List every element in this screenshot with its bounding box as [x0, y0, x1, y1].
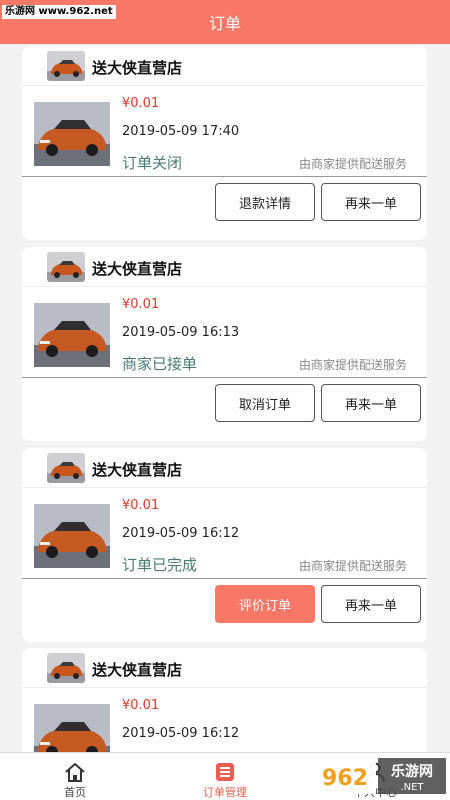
product-image[interactable]	[34, 704, 110, 752]
order-date: 2019-05-09 16:12	[122, 726, 240, 741]
order-price: ¥0.01	[122, 698, 160, 713]
rate-order-button[interactable]: 评价订单	[215, 585, 315, 623]
order-status: 订单关闭	[122, 154, 183, 172]
tab-order-management[interactable]: 订单管理	[150, 753, 300, 800]
delivery-note: 由商家提供配送服务	[298, 559, 407, 573]
order-date: 2019-05-09 16:13	[122, 325, 240, 340]
home-icon	[63, 761, 87, 783]
cancel-order-button[interactable]: 取消订单	[215, 384, 315, 422]
shop-row[interactable]: 送大侠直营店	[22, 448, 427, 488]
tab-home[interactable]: 首页	[0, 753, 150, 800]
reorder-button[interactable]: 再来一单	[321, 384, 421, 422]
order-card[interactable]: 送大侠直营店 ¥0.01 2019-05-09 16:13 商家已接单 由商家提…	[22, 247, 427, 441]
order-date: 2019-05-09 16:12	[122, 526, 240, 541]
order-status: 订单已完成	[122, 556, 198, 574]
refund-details-button[interactable]: 退款详情	[215, 183, 315, 221]
product-image[interactable]	[34, 504, 110, 568]
order-list-icon	[213, 761, 237, 783]
order-price: ¥0.01	[122, 297, 160, 312]
delivery-note: 由商家提供配送服务	[298, 358, 407, 372]
shop-name: 送大侠直营店	[92, 661, 183, 679]
watermark-logo-text: 962	[322, 766, 368, 791]
shop-name: 送大侠直营店	[92, 59, 183, 77]
shop-avatar	[47, 653, 85, 683]
order-list[interactable]: 送大侠直营店 ¥0.01 2019-05-09 17:40 订单关闭 由商家提供…	[0, 44, 450, 752]
shop-avatar	[47, 252, 85, 282]
watermark-top: 乐游网 www.962.net	[2, 5, 116, 19]
order-price: ¥0.01	[122, 498, 160, 513]
shop-row[interactable]: 送大侠直营店	[22, 648, 427, 688]
shop-row[interactable]: 送大侠直营店	[22, 247, 427, 287]
shop-avatar	[47, 453, 85, 483]
tab-label: 首页	[64, 786, 86, 799]
divider	[22, 578, 427, 579]
order-status: 商家已接单	[122, 355, 198, 373]
delivery-note: 由商家提供配送服务	[298, 157, 407, 171]
watermark-brand-text: 乐游网	[391, 763, 433, 780]
shop-name: 送大侠直营店	[92, 260, 183, 278]
shop-name: 送大侠直营店	[92, 461, 183, 479]
shop-row[interactable]: 送大侠直营店	[22, 46, 427, 86]
reorder-button[interactable]: 再来一单	[321, 183, 421, 221]
reorder-button[interactable]: 再来一单	[321, 585, 421, 623]
divider	[22, 176, 427, 177]
page-title: 订单	[208, 14, 241, 33]
shop-avatar	[47, 51, 85, 81]
watermark-logo: 962 乐游网 .NET	[310, 752, 450, 800]
order-price: ¥0.01	[122, 96, 160, 111]
product-image[interactable]	[34, 102, 110, 166]
divider	[22, 377, 427, 378]
order-card[interactable]: 送大侠直营店 ¥0.01 2019-05-09 16:12 订单已完成 由商家提…	[22, 448, 427, 642]
watermark-url-text: .NET	[400, 782, 424, 793]
order-date: 2019-05-09 17:40	[122, 124, 240, 139]
order-card[interactable]: 送大侠直营店 ¥0.01 2019-05-09 16:12	[22, 648, 427, 752]
product-image[interactable]	[34, 303, 110, 367]
tab-label: 订单管理	[203, 786, 247, 799]
order-card[interactable]: 送大侠直营店 ¥0.01 2019-05-09 17:40 订单关闭 由商家提供…	[22, 46, 427, 240]
